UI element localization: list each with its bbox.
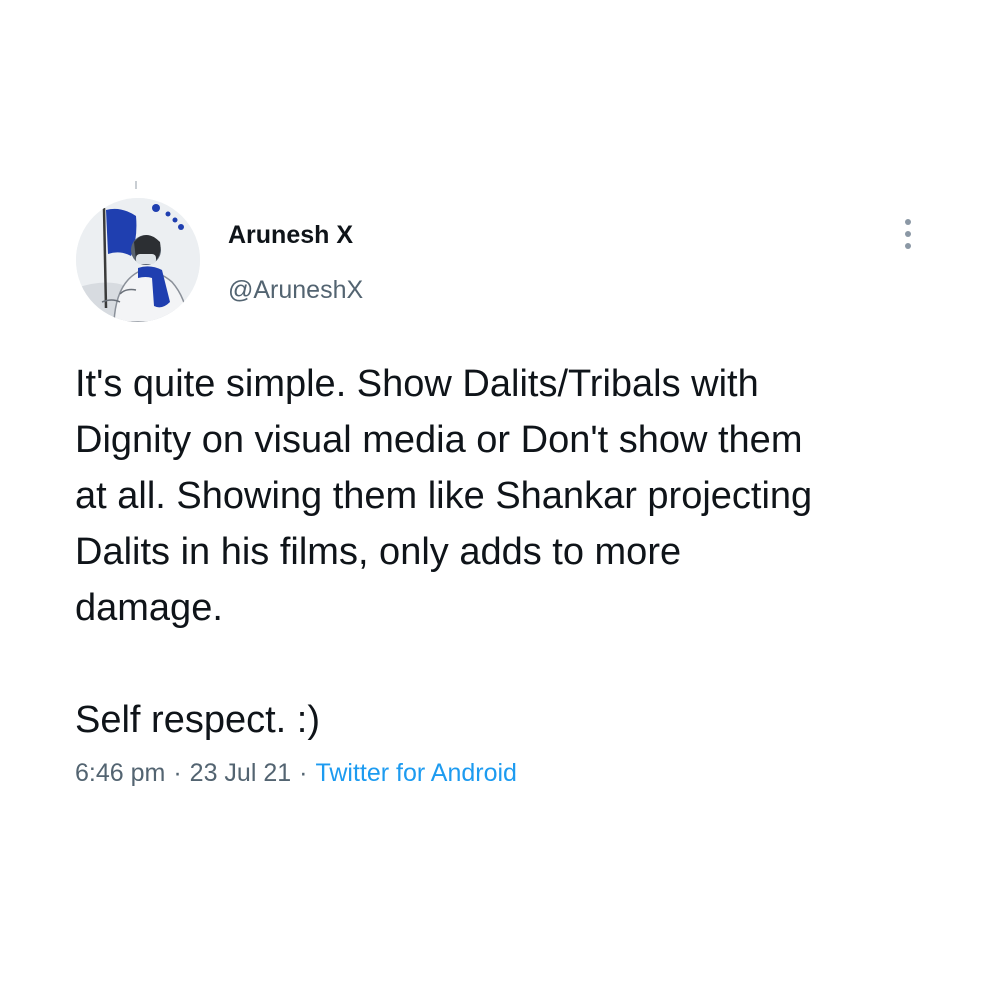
tweet-source-link[interactable]: Twitter for Android: [315, 759, 516, 787]
user-handle[interactable]: @AruneshX: [228, 274, 363, 306]
tweet-metadata: 6:46 pm · 23 Jul 21 · Twitter for Android: [75, 756, 517, 790]
tweet-date[interactable]: 23 Jul 21: [190, 759, 291, 787]
tweet-text: It's quite simple. Show Dalits/Tribals w…: [75, 356, 955, 748]
tweet-time[interactable]: 6:46 pm: [75, 759, 165, 787]
avatar[interactable]: [76, 198, 200, 322]
top-divider-mark: [135, 181, 137, 189]
separator: ·: [299, 759, 308, 787]
tweet-card: Arunesh X @AruneshX It's quite simple. S…: [0, 0, 1000, 1000]
more-options-button[interactable]: [892, 214, 924, 254]
separator: ·: [173, 759, 182, 787]
tweet-paragraph: It's quite simple. Show Dalits/Tribals w…: [75, 363, 813, 629]
tweet-paragraph: Self respect. :): [75, 699, 320, 741]
display-name[interactable]: Arunesh X: [228, 219, 353, 251]
avatar-illustration: [76, 198, 200, 322]
